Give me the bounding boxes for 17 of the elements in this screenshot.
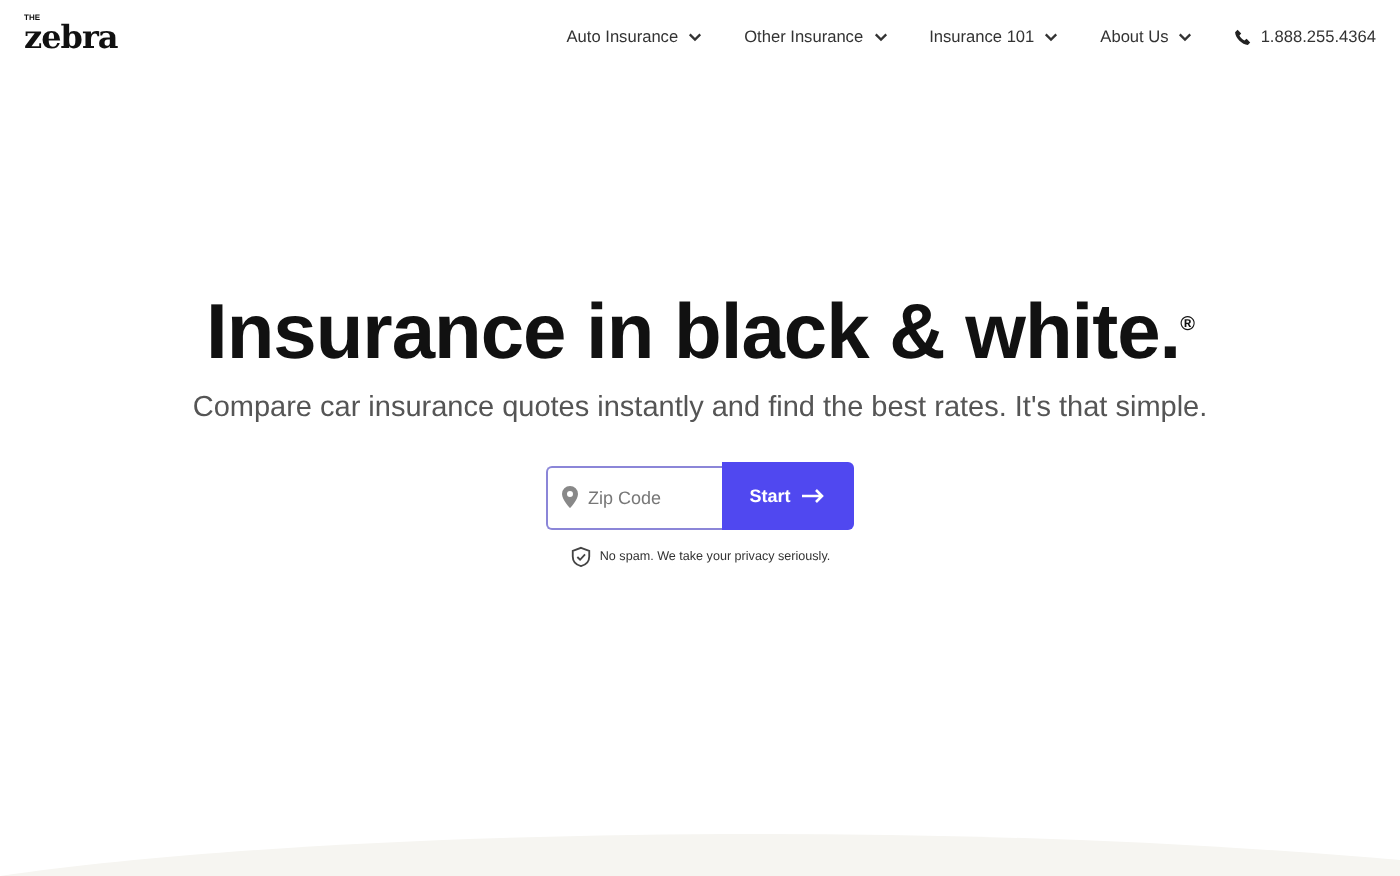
nav-menu-item[interactable]: Auto Insurance [566,26,703,46]
chevron-down-icon [1178,31,1193,41]
chevron-down-icon [1044,31,1059,41]
chevron-down-icon [688,31,703,41]
zip-code-field[interactable]: Zip Code [546,465,722,529]
phone-link[interactable]: 1.888.255.4364 [1234,26,1376,46]
phone-icon [1234,27,1253,45]
shield-check-icon [569,546,592,568]
logo-text: zebra [24,22,118,54]
nav-menu-item[interactable]: About Us [1100,26,1193,46]
hero-heading: Insurance in black & white.$^{®}$ [205,288,1194,380]
nav-menu-item[interactable]: Insurance 101 [929,26,1059,46]
hero-subtitle: Compare car insurance quotes instantly and find the best rates. It's that simple. [192,392,1208,424]
chevron-down-icon [873,31,888,41]
nav-menu-item[interactable]: Other Insurance [744,26,888,46]
arrow-right-icon [802,488,827,504]
start-button[interactable]: Start [722,462,854,530]
